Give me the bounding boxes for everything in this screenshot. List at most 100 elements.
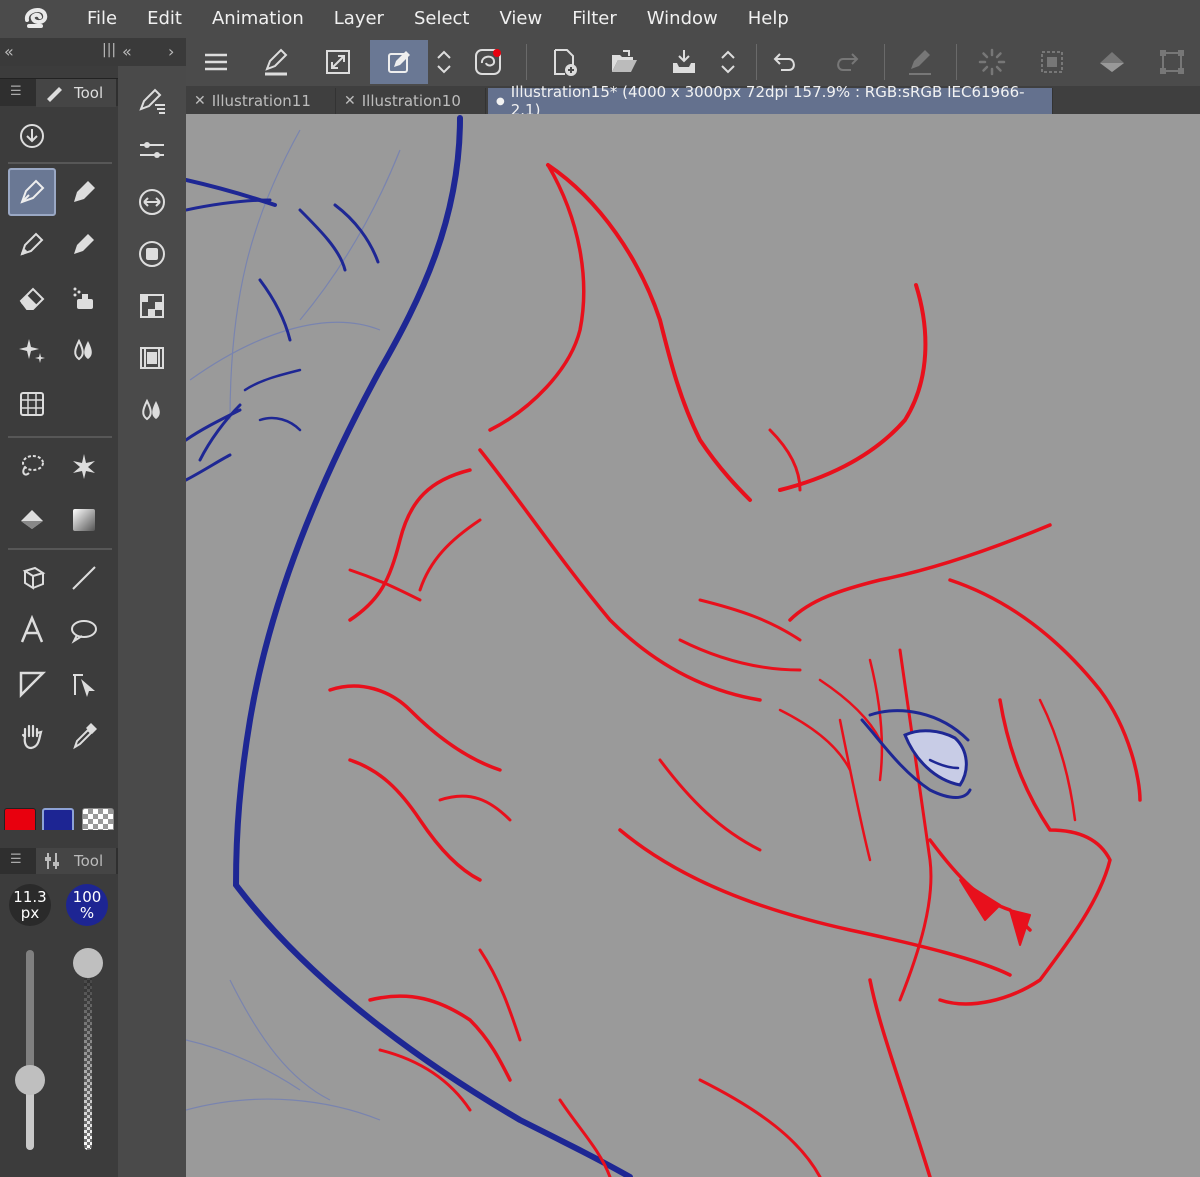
tab-illustration11[interactable]: ✕ Illustration11: [186, 88, 336, 114]
brush-icon[interactable]: [60, 220, 108, 268]
menu-icon[interactable]: [190, 40, 242, 84]
hand-icon[interactable]: [8, 712, 56, 760]
menu-bar: File Edit Animation Layer Select View Fi…: [0, 0, 1200, 38]
command-bar: [186, 38, 1200, 86]
tool-tab-bar: ☰ Tool: [0, 78, 118, 107]
canvas[interactable]: [186, 114, 1200, 1177]
menu-edit[interactable]: Edit: [132, 0, 197, 38]
menu-view[interactable]: View: [484, 0, 557, 38]
tool-property-tab[interactable]: Tool: [36, 848, 116, 874]
tab-label: Illustration10: [361, 92, 461, 110]
layer-panel-icon[interactable]: [134, 288, 170, 324]
modified-dot-icon: ●: [496, 95, 505, 107]
save-icon[interactable]: [658, 40, 710, 84]
brush-size-slider[interactable]: [26, 950, 34, 1150]
line-icon[interactable]: [60, 554, 108, 602]
new-icon[interactable]: [538, 40, 590, 84]
navigator-panel-icon[interactable]: [134, 236, 170, 272]
menu-window[interactable]: Window: [632, 0, 733, 38]
updown-icon[interactable]: [706, 40, 750, 84]
brush-size-value: 11.3: [13, 888, 47, 906]
balloon-icon[interactable]: [60, 606, 108, 654]
opacity-slider[interactable]: [84, 950, 92, 1150]
auto-select-icon[interactable]: [60, 442, 108, 490]
brush-size-slider-knob[interactable]: [15, 1065, 45, 1095]
opacity-slider-knob[interactable]: [73, 948, 103, 978]
sub-tool-column: [124, 72, 180, 436]
deselect-icon[interactable]: [966, 40, 1018, 84]
blend-icon[interactable]: [60, 326, 108, 374]
spacer: [0, 830, 118, 850]
updown-icon[interactable]: [422, 40, 466, 84]
tab-label: Illustration11: [211, 92, 311, 110]
undo-icon[interactable]: [760, 40, 812, 84]
lasso-icon[interactable]: [8, 442, 56, 490]
expand-icon[interactable]: ›: [168, 42, 174, 61]
opacity-value: 100: [72, 888, 102, 906]
separator: [526, 44, 527, 80]
fill-icon[interactable]: [8, 496, 56, 544]
marker-icon[interactable]: [60, 168, 108, 216]
tool-tab[interactable]: Tool: [36, 79, 116, 107]
clip-studio-icon[interactable]: [462, 40, 514, 84]
close-icon[interactable]: ✕: [194, 93, 206, 109]
palette-menu-icon[interactable]: ☰: [10, 852, 22, 867]
download-icon[interactable]: [8, 112, 56, 160]
artwork-sketch: [186, 115, 1142, 1177]
frame-icon[interactable]: [8, 660, 56, 708]
menu-layer[interactable]: Layer: [319, 0, 399, 38]
opacity-slider-gradient: [84, 950, 92, 1150]
decoration-icon[interactable]: [8, 326, 56, 374]
menu-help[interactable]: Help: [733, 0, 804, 38]
tool-property-tab-label: Tool: [74, 852, 104, 870]
tool-property-panel-icon[interactable]: [134, 132, 170, 168]
fill-icon[interactable]: [1086, 40, 1138, 84]
eyedropper-icon[interactable]: [60, 712, 108, 760]
close-icon[interactable]: ✕: [344, 93, 356, 109]
separator: [756, 44, 757, 80]
open-icon[interactable]: [598, 40, 650, 84]
ruler-icon[interactable]: [60, 660, 108, 708]
3d-box-icon[interactable]: [8, 554, 56, 602]
separator: [8, 162, 112, 164]
pen-icon[interactable]: [8, 168, 56, 216]
select-all-icon[interactable]: [1026, 40, 1078, 84]
palette-dock-header: « ||| « ›: [0, 38, 186, 66]
menu-file[interactable]: File: [72, 0, 132, 38]
eraser-icon[interactable]: [8, 274, 56, 322]
opacity-readout[interactable]: 100 %: [66, 884, 108, 926]
menu-filter[interactable]: Filter: [557, 0, 632, 38]
color-mix-panel-icon[interactable]: [134, 392, 170, 428]
fit-icon[interactable]: [312, 40, 364, 84]
brush-shape-icon[interactable]: [250, 40, 302, 84]
brush-size-unit: px: [20, 904, 40, 922]
pen-pressure-icon[interactable]: [894, 40, 946, 84]
collapse-left-icon[interactable]: «: [4, 42, 14, 61]
transform-icon[interactable]: [1146, 40, 1198, 84]
text-icon[interactable]: [8, 606, 56, 654]
red-sketch: [328, 163, 1142, 1177]
sub-tool-icon[interactable]: [134, 82, 170, 118]
tool-property-tab-bar: ☰ Tool: [0, 848, 118, 874]
brush-size-readout[interactable]: 11.3 px: [9, 884, 51, 926]
tool-palette: « ||| « › ☰ Tool ☰ Tool 11.3 px 100 %: [0, 38, 186, 1177]
tool-pen-icon: [47, 87, 62, 102]
collapse-right-icon[interactable]: «: [122, 42, 132, 61]
edit-layer-icon[interactable]: [370, 40, 428, 84]
dock-grip-icon[interactable]: |||: [102, 42, 116, 58]
brush-size-panel-icon[interactable]: [134, 184, 170, 220]
gradient-icon[interactable]: [60, 496, 108, 544]
menu-animation[interactable]: Animation: [197, 0, 319, 38]
redo-icon[interactable]: [820, 40, 872, 84]
palette-menu-icon[interactable]: ☰: [10, 84, 22, 99]
menu-select[interactable]: Select: [399, 0, 485, 38]
separator: [8, 436, 112, 438]
airbrush-icon[interactable]: [60, 274, 108, 322]
document-tab-bar: ✕ Illustration11 ✕ Illustration10 ● Illu…: [186, 83, 1200, 119]
tab-illustration10[interactable]: ✕ Illustration10: [336, 88, 486, 114]
pencil-icon[interactable]: [8, 220, 56, 268]
timeline-panel-icon[interactable]: [134, 340, 170, 376]
tab-illustration15[interactable]: ● Illustration15* (4000 x 3000px 72dpi 1…: [488, 83, 1053, 119]
clip-studio-logo-icon[interactable]: [0, 0, 72, 38]
operation-icon[interactable]: [8, 380, 56, 428]
